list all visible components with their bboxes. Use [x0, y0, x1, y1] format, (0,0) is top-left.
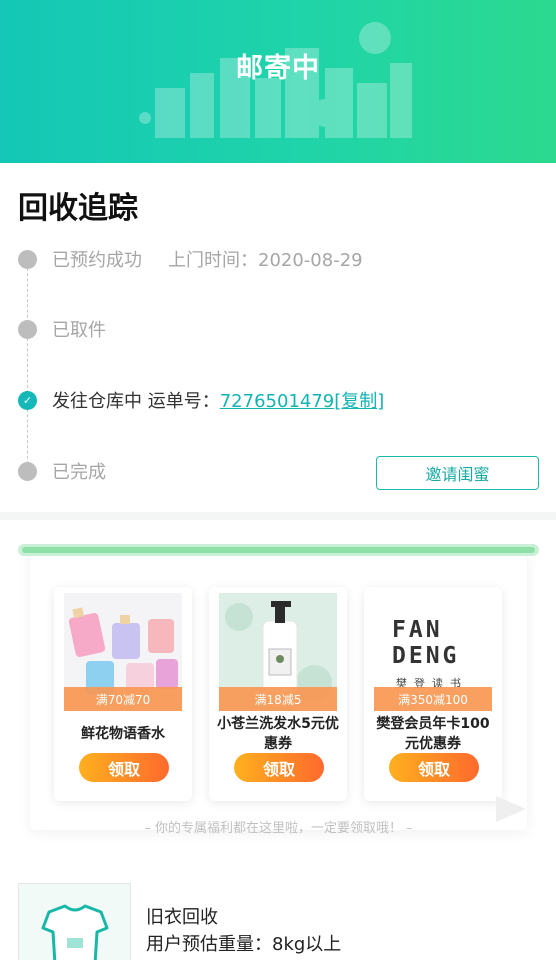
- page: 邮寄中 回收追踪 已预约成功 上门时间：2020-08-29 已取件 ✓ 发往仓…: [0, 0, 556, 960]
- tracking-number-link[interactable]: 7276501479: [220, 391, 335, 412]
- coupon-tag: 满70减70: [64, 687, 182, 711]
- clothes-image: [18, 883, 131, 960]
- visit-time: 上门时间：2020-08-29: [168, 250, 363, 271]
- coupon-name: 鲜花物语香水: [81, 726, 165, 742]
- item-title: 旧衣回收: [146, 907, 218, 928]
- step-shipping: ✓ 发往仓库中 运单号：7276501479[复制]: [18, 387, 384, 413]
- coupon-name: 小苍兰洗发水5元优惠券: [217, 716, 339, 752]
- claim-button[interactable]: 领取: [234, 753, 324, 782]
- coupon-panel: 满70减70 鲜花物语香水 领取 满18减5 小苍兰洗发水5元优惠券 领取 FA…: [30, 550, 527, 836]
- step-completed: 已完成: [18, 458, 106, 484]
- coupon-card: 满18减5 小苍兰洗发水5元优惠券 领取: [209, 587, 347, 801]
- header: 邮寄中: [0, 0, 556, 163]
- step-dot-icon: [18, 249, 37, 269]
- step-dot-icon: [18, 461, 37, 481]
- timeline-connector: [27, 268, 28, 323]
- claim-button[interactable]: 领取: [79, 753, 169, 782]
- coupon-tag: 满350减100: [374, 687, 492, 711]
- step-picked-up: 已取件: [18, 316, 106, 342]
- step-label: 已预约成功: [52, 250, 142, 271]
- play-icon: [496, 796, 526, 822]
- step-label: 已完成: [52, 462, 106, 483]
- coupon-card: FAN DENG 樊登读书 满350减100 樊登会员年卡100元优惠券 领取: [364, 587, 502, 801]
- step-booked: 已预约成功 上门时间：2020-08-29: [18, 246, 363, 272]
- timeline-connector: [27, 338, 28, 393]
- coupon-ticket-bar: [18, 544, 539, 556]
- step-dot-icon: [18, 319, 37, 339]
- fandeng-logo-text: FAN DENG: [392, 617, 460, 669]
- coupon-section: 满70减70 鲜花物语香水 领取 满18减5 小苍兰洗发水5元优惠券 领取 FA…: [0, 520, 556, 850]
- coupon-tip: – 你的专属福利都在这里啦，一定要领取哦！ –: [144, 821, 413, 836]
- step-shipping-label: 发往仓库中 运单号：: [52, 391, 220, 412]
- invite-friend-button[interactable]: 邀请闺蜜: [376, 456, 539, 490]
- step-label: 发往仓库中 运单号：7276501479[复制]: [52, 387, 384, 413]
- item-estimated-weight: 用户预估重量：8kg以上: [146, 934, 342, 955]
- coupon-name: 樊登会员年卡100元优惠券: [376, 716, 490, 752]
- page-title: 邮寄中: [236, 53, 320, 84]
- section-divider: [0, 512, 556, 520]
- step-label: 已取件: [52, 320, 106, 341]
- timeline-connector: [27, 409, 28, 464]
- claim-button[interactable]: 领取: [389, 753, 479, 782]
- tracking-section: 回收追踪 已预约成功 上门时间：2020-08-29 已取件 ✓ 发往仓库中 运…: [0, 163, 556, 512]
- coupon-tag: 满18减5: [219, 687, 337, 711]
- recycle-item: 旧衣回收 用户预估重量：8kg以上: [0, 850, 556, 960]
- check-icon: ✓: [18, 390, 37, 410]
- copy-link[interactable]: [复制]: [334, 391, 384, 412]
- tracking-heading: 回收追踪: [18, 191, 138, 226]
- coupon-card: 满70减70 鲜花物语香水 领取: [54, 587, 192, 801]
